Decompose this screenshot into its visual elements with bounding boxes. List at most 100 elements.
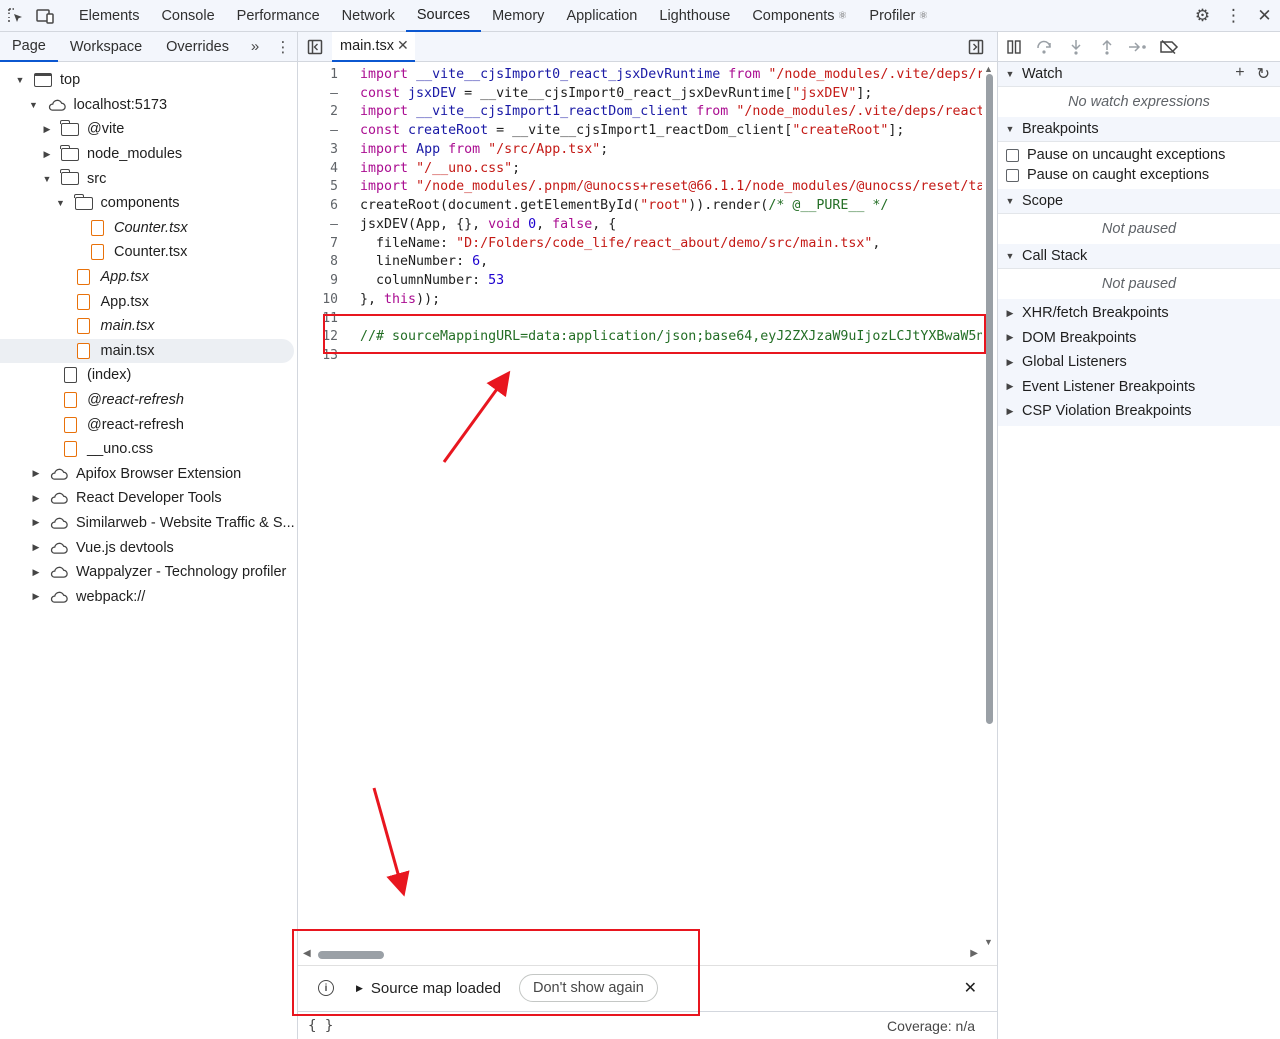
settings-gear-icon[interactable]: ⚙ — [1187, 0, 1218, 32]
tree-item[interactable]: Counter.tsx — [0, 240, 297, 265]
tree-item[interactable]: ▶ Wappalyzer - Technology profiler — [0, 560, 297, 585]
expanded-arrow-icon[interactable]: ▼ — [14, 75, 26, 85]
nav-tab-workspace[interactable]: Workspace — [58, 32, 154, 62]
panel-tab-performance[interactable]: Performance — [226, 0, 331, 32]
line-number[interactable]: 4 — [298, 161, 344, 176]
collapsed-arrow-icon[interactable]: ▶ — [41, 149, 53, 160]
code-line[interactable]: 8 lineNumber: 6, — [298, 253, 982, 272]
tree-item[interactable]: ▼ components — [0, 191, 297, 216]
more-tabs-chevron-icon[interactable]: » — [241, 32, 269, 62]
breakpoints-section-header[interactable]: ▼ Breakpoints — [998, 117, 1280, 142]
code-line[interactable]: 2 import __vite__cjsImport1_reactDom_clie… — [298, 103, 982, 122]
code-line[interactable]: 3 import App from "/src/App.tsx"; — [298, 140, 982, 159]
code-line[interactable]: 5 import "/node_modules/.pnpm/@unocss+res… — [298, 178, 982, 197]
code-editor[interactable]: 1 import __vite__cjsImport0_react_jsxDevR… — [298, 62, 982, 942]
tree-item[interactable]: @react-refresh — [0, 412, 297, 437]
tree-item[interactable]: __uno.css — [0, 437, 297, 462]
tree-item[interactable]: ▶ @vite — [0, 117, 297, 142]
editor-file-tab[interactable]: main.tsx ✕ — [332, 31, 415, 62]
tree-item[interactable]: (index) — [0, 363, 297, 388]
line-number[interactable]: 9 — [298, 273, 344, 288]
code-line[interactable]: 1 import __vite__cjsImport0_react_jsxDevR… — [298, 65, 982, 84]
inspect-element-icon[interactable] — [0, 0, 30, 32]
collapsed-section-header[interactable]: ▶ CSP Violation Breakpoints — [998, 399, 1280, 424]
collapsed-section-header[interactable]: ▶ Global Listeners — [998, 350, 1280, 375]
panel-tab-sources[interactable]: Sources — [405, 0, 482, 32]
line-number[interactable]: 10 — [298, 292, 344, 307]
code-line[interactable]: – jsxDEV(App, {}, void 0, false, { — [298, 215, 982, 234]
tree-item[interactable]: App.tsx — [0, 289, 297, 314]
code-line[interactable]: – const jsxDEV = __vite__cjsImport0_react… — [298, 84, 982, 103]
collapsed-arrow-icon[interactable]: ▶ — [30, 567, 42, 578]
tree-item[interactable]: App.tsx — [0, 265, 297, 290]
panel-tab-elements[interactable]: Elements — [68, 0, 150, 32]
add-watch-icon[interactable]: + — [1235, 64, 1244, 84]
expanded-arrow-icon[interactable]: ▼ — [41, 174, 53, 184]
step-over-icon[interactable] — [1029, 32, 1060, 62]
code-line[interactable]: 4 import "/__uno.css"; — [298, 159, 982, 178]
device-toolbar-icon[interactable] — [30, 0, 60, 32]
panel-tab-profiler[interactable]: Profiler ⚛ — [858, 0, 939, 32]
code-line[interactable]: 6 createRoot(document.getElementById("roo… — [298, 196, 982, 215]
tree-item[interactable]: @react-refresh — [0, 388, 297, 413]
watch-section-header[interactable]: ▼ Watch + ↻ — [998, 62, 1280, 87]
scroll-down-arrow-icon[interactable]: ▼ — [984, 937, 993, 947]
collapsed-arrow-icon[interactable]: ▶ — [30, 591, 42, 602]
collapsed-section-header[interactable]: ▶ Event Listener Breakpoints — [998, 374, 1280, 399]
collapsed-section-header[interactable]: ▶ XHR/fetch Breakpoints — [998, 301, 1280, 326]
tree-item[interactable]: ▶ webpack:// — [0, 584, 297, 609]
tree-item[interactable]: ▼ src — [0, 166, 297, 191]
tree-item[interactable]: ▶ Similarweb - Website Traffic & S... — [0, 511, 297, 536]
panel-tab-console[interactable]: Console — [150, 0, 225, 32]
pause-caught-checkbox[interactable] — [1006, 168, 1019, 182]
line-number[interactable]: 8 — [298, 254, 344, 269]
step-into-icon[interactable] — [1060, 32, 1091, 62]
refresh-watch-icon[interactable]: ↻ — [1257, 64, 1270, 84]
tree-item[interactable]: ▼ top — [0, 68, 297, 93]
code-line[interactable]: 9 columnNumber: 53 — [298, 271, 982, 290]
panel-tab-lighthouse[interactable]: Lighthouse — [648, 0, 741, 32]
callstack-section-header[interactable]: ▼ Call Stack — [998, 244, 1280, 269]
tree-item[interactable]: ▶ React Developer Tools — [0, 486, 297, 511]
deactivate-breakpoints-icon[interactable] — [1153, 32, 1184, 62]
step-out-icon[interactable] — [1091, 32, 1122, 62]
tree-item[interactable]: ▼ localhost:5173 — [0, 93, 297, 118]
collapsed-arrow-icon[interactable]: ▶ — [41, 124, 53, 135]
toggle-navigator-icon[interactable] — [298, 32, 332, 62]
close-devtools-icon[interactable]: ✕ — [1249, 0, 1280, 32]
line-number[interactable]: 2 — [298, 104, 344, 119]
code-line[interactable]: 10}, this)); — [298, 290, 982, 309]
collapsed-arrow-icon[interactable]: ▶ — [30, 468, 42, 479]
expanded-arrow-icon[interactable]: ▼ — [55, 198, 67, 208]
close-infobar-icon[interactable]: ✕ — [964, 978, 977, 998]
panel-tab-application[interactable]: Application — [555, 0, 648, 32]
more-options-icon[interactable]: ⋮ — [1218, 0, 1249, 32]
line-number[interactable]: 1 — [298, 67, 344, 82]
tree-item[interactable]: ▶ Vue.js devtools — [0, 535, 297, 560]
tree-item[interactable]: ▶ node_modules — [0, 142, 297, 167]
navigator-menu-icon[interactable]: ⋮ — [269, 32, 297, 62]
line-number[interactable]: 5 — [298, 179, 344, 194]
panel-tab-memory[interactable]: Memory — [481, 0, 555, 32]
collapsed-arrow-icon[interactable]: ▶ — [30, 517, 42, 528]
tree-item[interactable]: main.tsx — [0, 338, 294, 364]
close-tab-icon[interactable]: ✕ — [397, 37, 409, 54]
tree-item[interactable]: main.tsx — [0, 314, 297, 339]
scroll-right-arrow-icon[interactable]: ▶ — [970, 948, 978, 959]
nav-tab-overrides[interactable]: Overrides — [154, 32, 241, 62]
line-number[interactable]: 3 — [298, 142, 344, 157]
scroll-up-arrow-icon[interactable]: ▲ — [984, 64, 993, 74]
scope-section-header[interactable]: ▼ Scope — [998, 189, 1280, 214]
panel-tab-network[interactable]: Network — [331, 0, 406, 32]
line-number[interactable]: 7 — [298, 236, 344, 251]
panel-tab-components[interactable]: Components ⚛ — [741, 0, 858, 32]
vertical-scrollbar[interactable]: ▲ ▼ — [982, 62, 997, 947]
pretty-print-icon[interactable]: { } — [308, 1018, 333, 1034]
line-number[interactable]: – — [298, 123, 344, 138]
vertical-scroll-thumb[interactable] — [986, 74, 993, 724]
pause-uncaught-row[interactable]: Pause on uncaught exceptions — [998, 145, 1280, 165]
step-icon[interactable] — [1122, 32, 1153, 62]
tree-item[interactable]: Counter.tsx — [0, 216, 297, 241]
pause-uncaught-checkbox[interactable] — [1006, 148, 1019, 162]
line-number[interactable]: – — [298, 217, 344, 232]
